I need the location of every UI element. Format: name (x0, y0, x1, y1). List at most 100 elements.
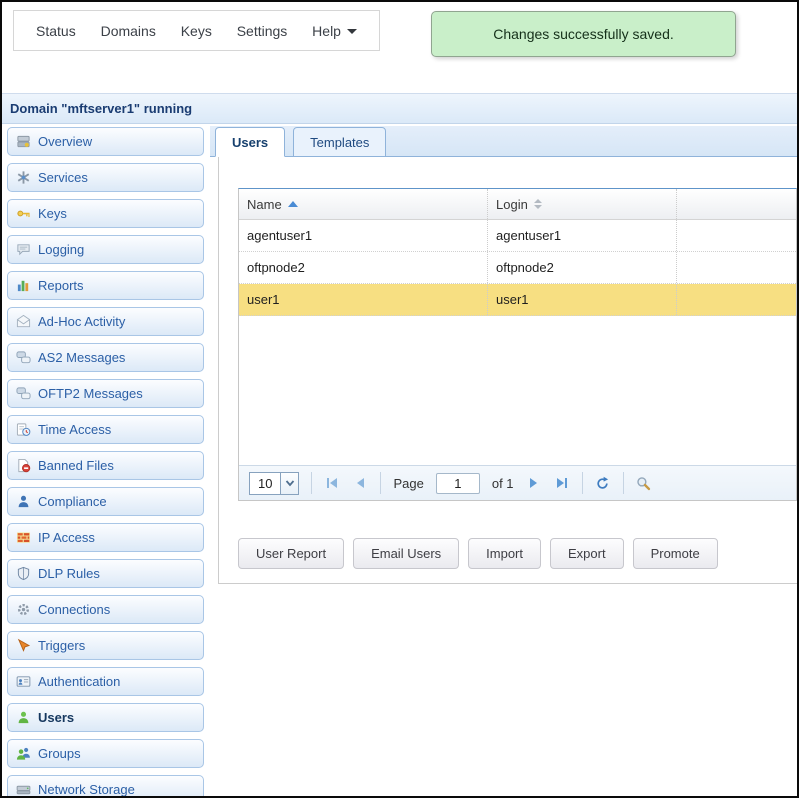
logging-icon (16, 242, 31, 257)
tab-users[interactable]: Users (215, 127, 285, 157)
sidebar-item-label: Connections (38, 602, 110, 617)
refresh-icon[interactable] (595, 475, 611, 491)
tab-strip: Users Templates (210, 126, 797, 157)
compliance-icon (16, 494, 31, 509)
chevron-down-icon (280, 473, 298, 494)
adhoc-activity-icon (16, 314, 31, 329)
reports-icon (16, 278, 31, 293)
table-row[interactable]: agentuser1agentuser1 (239, 220, 796, 252)
time-access-icon (16, 422, 31, 437)
top-menu: Status Domains Keys Settings Help (13, 10, 380, 51)
column-header-login[interactable]: Login (488, 189, 677, 219)
page-size-select[interactable]: 10 (249, 472, 299, 495)
table-row[interactable]: oftpnode2oftpnode2 (239, 252, 796, 284)
grid-header: Name Login (239, 189, 796, 220)
sidebar-item-connections[interactable]: Connections (7, 595, 204, 624)
pager-separator (623, 472, 624, 494)
sidebar-item-label: Triggers (38, 638, 85, 653)
sidebar-item-label: Services (38, 170, 88, 185)
sidebar-item-overview[interactable]: Overview (7, 127, 204, 156)
app-window: StatusDomainsKeysSettingsHelp Changes su… (0, 0, 799, 798)
overview-icon (16, 134, 31, 149)
menu-item-keys[interactable]: Keys (181, 23, 212, 39)
menu-item-label: Domains (101, 23, 156, 39)
triggers-icon (16, 638, 31, 653)
sidebar-item-logging[interactable]: Logging (7, 235, 204, 264)
export-button[interactable]: Export (550, 538, 624, 569)
tab-label: Templates (310, 135, 369, 150)
menu-item-domains[interactable]: Domains (101, 23, 156, 39)
sidebar-item-ad-hoc-activity[interactable]: Ad-Hoc Activity (7, 307, 204, 336)
menu-item-label: Keys (181, 23, 212, 39)
button-label: User Report (256, 546, 326, 561)
sidebar-item-users[interactable]: Users (7, 703, 204, 732)
table-cell: oftpnode2 (239, 252, 488, 283)
sidebar-item-authentication[interactable]: Authentication (7, 667, 204, 696)
menu-item-settings[interactable]: Settings (237, 23, 288, 39)
pager-separator (582, 472, 583, 494)
promote-button[interactable]: Promote (633, 538, 718, 569)
first-page-icon[interactable] (324, 475, 340, 491)
sidebar-item-keys[interactable]: Keys (7, 199, 204, 228)
sidebar-item-label: Compliance (38, 494, 107, 509)
sidebar-item-time-access[interactable]: Time Access (7, 415, 204, 444)
search-icon[interactable] (636, 475, 652, 491)
grid-empty-area (239, 316, 796, 465)
page-size-value: 10 (250, 473, 280, 494)
sidebar-item-label: Banned Files (38, 458, 114, 473)
sidebar-item-label: Logging (38, 242, 84, 257)
sidebar-item-label: Time Access (38, 422, 111, 437)
button-label: Export (568, 546, 606, 561)
as2-messages-icon (16, 350, 31, 365)
table-cell: agentuser1 (239, 220, 488, 251)
page-label: Page (393, 476, 423, 491)
prev-page-icon[interactable] (352, 475, 368, 491)
sidebar-item-label: Overview (38, 134, 92, 149)
table-cell: user1 (488, 284, 677, 315)
sidebar-item-network-storage[interactable]: Network Storage (7, 775, 204, 798)
sidebar-item-label: IP Access (38, 530, 95, 545)
sidebar-item-triggers[interactable]: Triggers (7, 631, 204, 660)
sidebar-item-label: Keys (38, 206, 67, 221)
table-cell: oftpnode2 (488, 252, 677, 283)
sidebar-item-label: Authentication (38, 674, 120, 689)
pagination-bar: 10 Page of 1 (239, 465, 796, 500)
tab-templates[interactable]: Templates (293, 127, 386, 157)
sidebar-item-reports[interactable]: Reports (7, 271, 204, 300)
menu-item-help[interactable]: Help (312, 23, 357, 39)
network-storage-icon (16, 782, 31, 797)
sidebar-item-dlp-rules[interactable]: DLP Rules (7, 559, 204, 588)
page-of-label: of 1 (492, 476, 514, 491)
banned-files-icon (16, 458, 31, 473)
table-cell (677, 284, 796, 315)
sidebar-item-services[interactable]: Services (7, 163, 204, 192)
sidebar-item-banned-files[interactable]: Banned Files (7, 451, 204, 480)
import-button[interactable]: Import (468, 538, 541, 569)
action-button-row: User Report Email Users Import Export Promot… (238, 538, 718, 569)
menu-item-status[interactable]: Status (36, 23, 76, 39)
button-label: Promote (651, 546, 700, 561)
column-header-blank[interactable] (677, 189, 796, 219)
table-cell (677, 252, 796, 283)
column-header-label: Name (247, 197, 282, 212)
sidebar-item-ip-access[interactable]: IP Access (7, 523, 204, 552)
ip-access-icon (16, 530, 31, 545)
sidebar-item-label: AS2 Messages (38, 350, 125, 365)
table-row[interactable]: user1user1 (239, 284, 796, 316)
next-page-icon[interactable] (526, 475, 542, 491)
column-header-name[interactable]: Name (239, 189, 488, 219)
page-number-input[interactable] (436, 473, 480, 494)
sidebar-item-label: DLP Rules (38, 566, 100, 581)
sidebar-item-groups[interactable]: Groups (7, 739, 204, 768)
sidebar-item-as2-messages[interactable]: AS2 Messages (7, 343, 204, 372)
tab-label: Users (232, 135, 268, 150)
services-icon (16, 170, 31, 185)
grid-body: agentuser1agentuser1oftpnode2oftpnode2us… (239, 220, 796, 316)
menu-item-label: Help (312, 23, 341, 39)
caret-down-icon (347, 29, 357, 34)
sidebar-item-compliance[interactable]: Compliance (7, 487, 204, 516)
last-page-icon[interactable] (554, 475, 570, 491)
email-users-button[interactable]: Email Users (353, 538, 459, 569)
user-report-button[interactable]: User Report (238, 538, 344, 569)
sidebar-item-oftp2-messages[interactable]: OFTP2 Messages (7, 379, 204, 408)
